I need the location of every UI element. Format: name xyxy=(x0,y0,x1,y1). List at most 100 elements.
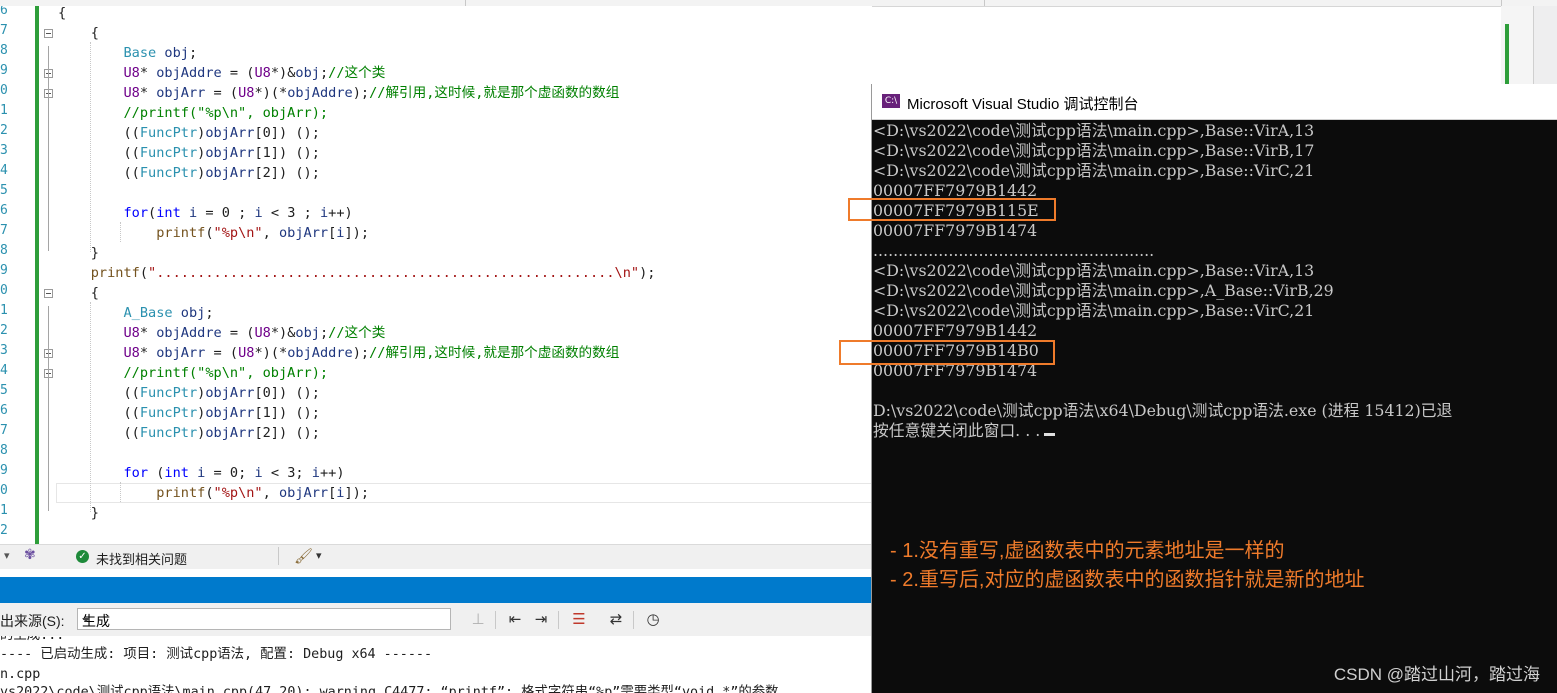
line-number: 1 xyxy=(0,303,8,318)
code-token: ]); xyxy=(344,225,370,241)
code-token: *)(* xyxy=(254,345,288,361)
code-token: < 3; xyxy=(262,465,312,481)
code-token: obj xyxy=(164,45,189,61)
output-text[interactable]: 的生成... ---- 已启动生成: 项目: 测试cpp语法, 配置: Debu… xyxy=(0,636,872,693)
console-prompt-line: 按任意键关闭此窗口. . . xyxy=(873,421,1056,441)
code-token: objArr xyxy=(205,165,255,181)
highlight-box xyxy=(848,198,1056,221)
brush-icon[interactable]: 🖌 xyxy=(294,547,313,565)
panel-title-bar xyxy=(0,577,872,603)
console-line: <D:\vs2022\code\测试cpp语法\main.cpp>,Base::… xyxy=(873,261,1315,280)
code-editor[interactable]: { { Base obj; U8* objAddre = (U8*)&obj;/… xyxy=(0,6,872,544)
code-token: = ( xyxy=(221,65,255,81)
line-number: 0 xyxy=(0,483,8,498)
line-number: 6 xyxy=(0,203,8,218)
issues-status-text[interactable]: 未找到相关问题 xyxy=(96,549,187,568)
code-token: (( xyxy=(58,385,140,401)
line-number: 3 xyxy=(0,343,8,358)
console-line: <D:\vs2022\code\测试cpp语法\main.cpp>,Base::… xyxy=(873,141,1315,160)
code-token: A_Base xyxy=(123,305,173,321)
find-message-icon[interactable]: ⊥ xyxy=(468,609,488,629)
output-source-select[interactable]: 生成 xyxy=(77,608,451,630)
line-number: 5 xyxy=(0,383,8,398)
line-number: 6 xyxy=(0,403,8,418)
console-title-bar[interactable]: C:\ Microsoft Visual Studio 调试控制台 xyxy=(872,84,1557,120)
code-token: [2]) (); xyxy=(254,425,320,441)
code-line: Base obj; xyxy=(58,43,197,63)
code-token: objArr xyxy=(279,225,329,241)
code-line: U8* objAddre = (U8*)&obj;//这个类 xyxy=(58,323,385,343)
code-token: //解引用,这时候,就是那个虚函数的数组 xyxy=(369,345,620,361)
code-token: *)(* xyxy=(254,85,288,101)
line-number: 8 xyxy=(0,43,8,58)
scrollbar-change-marker xyxy=(1505,24,1509,84)
code-token: U8 xyxy=(254,325,271,341)
code-token: FuncPtr xyxy=(139,165,198,181)
indent-guide xyxy=(90,42,91,252)
code-token: for xyxy=(123,465,149,481)
line-number: 8 xyxy=(0,443,8,458)
code-token: } xyxy=(58,245,99,261)
code-token: *)& xyxy=(270,65,296,81)
code-token: ++) xyxy=(328,205,353,221)
dropdown-arrow-icon[interactable]: ▾ xyxy=(4,549,10,562)
console-line: <D:\vs2022\code\测试cpp语法\main.cpp>,A_Base… xyxy=(873,281,1334,300)
clear-all-icon[interactable]: ☰ xyxy=(569,609,589,629)
check-circle-icon: ✓ xyxy=(76,550,89,563)
code-token: objArr xyxy=(205,425,255,441)
code-token: , xyxy=(262,225,279,241)
code-token: = ( xyxy=(205,85,239,101)
intellicode-icon[interactable]: ✾ xyxy=(24,547,36,563)
code-line: U8* objArr = (U8*)(*objAddre);//解引用,这时候,… xyxy=(58,343,619,363)
code-token: Base xyxy=(123,45,157,61)
collapse-icon[interactable] xyxy=(44,289,53,298)
code-token: , xyxy=(262,485,279,501)
code-token: i xyxy=(311,465,320,481)
line-number: 1 xyxy=(0,103,8,118)
chevron-down-icon[interactable]: ▾ xyxy=(316,549,322,562)
line-number: 4 xyxy=(0,363,8,378)
clock-icon[interactable]: ◷ xyxy=(643,609,663,629)
line-number: 7 xyxy=(0,423,8,438)
code-token: //printf("%p\n", objArr); xyxy=(123,365,329,381)
code-token: //printf("%p\n", objArr); xyxy=(123,105,329,121)
next-message-icon[interactable]: ⇥ xyxy=(531,609,551,629)
code-token: * xyxy=(139,345,157,361)
code-line: ((FuncPtr)objArr[0]) (); xyxy=(58,383,319,403)
line-number: 9 xyxy=(0,263,8,278)
code-token: i xyxy=(319,205,329,221)
code-line: A_Base obj; xyxy=(58,303,213,323)
editor-status-row: ▾ ✾ ✓ 未找到相关问题 🖌 ▾ xyxy=(0,544,872,569)
code-token: (( xyxy=(58,145,140,161)
previous-message-icon[interactable]: ⇤ xyxy=(505,609,525,629)
code-line: ((FuncPtr)objArr[1]) (); xyxy=(58,143,319,163)
console-title: Microsoft Visual Studio 调试控制台 xyxy=(907,96,1139,113)
code-line: //printf("%p\n", objArr); xyxy=(58,363,328,383)
line-number: 4 xyxy=(0,163,8,178)
code-token: objArr xyxy=(279,485,329,501)
code-line: ((FuncPtr)objArr[2]) (); xyxy=(58,423,320,443)
fold-guide xyxy=(48,306,49,511)
code-token: objAddre xyxy=(287,345,353,361)
code-token: objAddre xyxy=(287,85,353,101)
code-token: ]); xyxy=(344,485,370,501)
word-wrap-icon[interactable]: ⇄ xyxy=(606,609,626,629)
code-token: int xyxy=(164,465,189,481)
code-token: FuncPtr xyxy=(139,425,198,441)
tab-segment[interactable] xyxy=(985,0,1502,6)
fold-guide xyxy=(48,46,49,251)
line-number: 9 xyxy=(0,463,8,478)
code-token: { xyxy=(58,6,67,21)
code-token: objAddre xyxy=(156,65,222,81)
code-token: //这个类 xyxy=(328,325,386,341)
collapse-icon[interactable] xyxy=(44,29,53,38)
line-number: 2 xyxy=(0,123,8,138)
debug-console-window[interactable]: C:\ Microsoft Visual Studio 调试控制台 <D:\vs… xyxy=(839,84,1557,693)
code-token: ( xyxy=(139,265,149,281)
indent-guide xyxy=(120,222,121,242)
console-line: 00007FF7979B1474 xyxy=(873,221,1038,240)
code-token: = 0 ; xyxy=(197,205,255,221)
highlight-box xyxy=(839,340,1055,365)
code-line: for (int i = 0; i < 3; i++) xyxy=(58,463,344,483)
